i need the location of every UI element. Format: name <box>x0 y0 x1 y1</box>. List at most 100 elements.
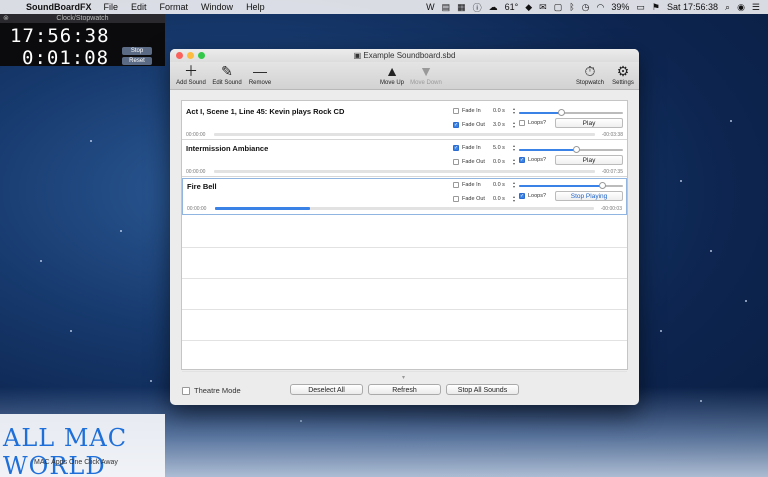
stop-playing-button[interactable]: Stop Playing <box>555 191 623 201</box>
stop-all-sounds-button[interactable]: Stop All Sounds <box>446 384 519 395</box>
refresh-button[interactable]: Refresh <box>368 384 441 395</box>
resize-handle-icon[interactable]: ▾ <box>402 374 405 381</box>
fade-in-checkbox[interactable]: Fade In <box>453 108 481 114</box>
fade-out-stepper[interactable]: ▴ ▾ <box>512 158 516 166</box>
fade-in-value[interactable]: 5.0 s <box>493 145 505 151</box>
close-window-icon[interactable] <box>176 52 183 59</box>
spotlight-icon[interactable]: ⌕ <box>725 2 730 13</box>
checkbox-box: ✓ <box>519 193 525 199</box>
stopwatch-reset-button[interactable]: Reset <box>122 57 152 65</box>
watermark-logo: ALL MAC WORLD <box>3 424 128 477</box>
volume-slider[interactable] <box>519 146 623 153</box>
fade-out-value[interactable]: 0.0 s <box>493 159 505 165</box>
fade-in-checkbox[interactable]: ✓ Fade In <box>453 145 481 151</box>
bluetooth-icon[interactable]: ᛒ <box>569 2 574 12</box>
remove-button[interactable]: — Remove <box>246 63 274 86</box>
fade-out-label: Fade Out <box>462 196 485 202</box>
battery-percent[interactable]: 39% <box>611 2 629 12</box>
fade-in-value[interactable]: 0.0 s <box>493 182 505 188</box>
menu-edit[interactable]: Edit <box>131 2 147 12</box>
loops-checkbox[interactable]: ✓ Loops? <box>519 157 546 163</box>
fade-out-checkbox[interactable]: ✓ Fade Out <box>453 122 485 128</box>
window-titlebar: ▣ Example Soundboard.sbd <box>170 49 639 62</box>
loops-checkbox[interactable]: Loops? <box>519 120 546 126</box>
stopwatch-label: Stopwatch <box>575 80 605 86</box>
wunderlist-icon[interactable]: W <box>426 2 435 12</box>
close-icon[interactable]: ⊗ <box>3 14 9 23</box>
battery-icon[interactable]: ▭ <box>636 2 645 13</box>
sound-row-selected[interactable]: Fire Bell Fade In 0.0 s ▴ ▾ Fade Out 0.0 … <box>182 178 627 215</box>
checkbox-box: ✓ <box>453 145 459 151</box>
fade-out-checkbox[interactable]: Fade Out <box>453 196 485 202</box>
wifi-icon[interactable]: ◠ <box>597 2 605 13</box>
clock-panel-title: Clock/Stopwatch <box>56 15 109 22</box>
edit-sound-label: Edit Sound <box>212 80 242 86</box>
display-icon[interactable]: ▤ <box>442 2 451 13</box>
loops-checkbox[interactable]: ✓ Loops? <box>519 193 546 199</box>
fade-out-checkbox[interactable]: Fade Out <box>453 159 485 165</box>
empty-row <box>182 248 627 279</box>
fade-in-stepper[interactable]: ▴ ▾ <box>512 181 516 189</box>
time-machine-icon[interactable]: ◷ <box>582 2 590 13</box>
deselect-all-button[interactable]: Deselect All <box>290 384 363 395</box>
move-down-button[interactable]: ▼ Move Down <box>408 63 444 86</box>
volume-slider[interactable] <box>519 182 623 189</box>
clock-time: 17:56:38 <box>10 25 110 47</box>
window-title: Example Soundboard.sbd <box>363 51 456 60</box>
fade-in-checkbox[interactable]: Fade In <box>453 182 481 188</box>
empty-row <box>182 217 627 248</box>
progress-bar <box>214 133 595 136</box>
fade-out-label: Fade Out <box>462 122 485 128</box>
menu-window[interactable]: Window <box>201 2 233 12</box>
edit-sound-button[interactable]: ✎ Edit Sound <box>210 63 244 86</box>
flag-icon[interactable]: ⚑ <box>652 2 660 13</box>
fade-out-stepper[interactable]: ▴ ▾ <box>512 195 516 203</box>
fade-in-value[interactable]: 0.0 s <box>493 108 505 114</box>
fade-in-stepper[interactable]: ▴ ▾ <box>512 144 516 152</box>
notification-center-icon[interactable]: ☰ <box>752 2 760 13</box>
siri-icon[interactable]: ◉ <box>737 2 745 13</box>
stopwatch-button[interactable]: ⏱ Stopwatch <box>572 63 608 86</box>
dropbox-icon[interactable]: ◆ <box>525 2 532 13</box>
sound-row[interactable]: Act I, Scene 1, Line 45: Kevin plays Roc… <box>182 104 627 140</box>
add-sound-button[interactable]: ＋ Add Sound <box>174 63 208 86</box>
play-button[interactable]: Play <box>555 118 623 128</box>
fade-in-label: Fade In <box>462 108 481 114</box>
play-button[interactable]: Play <box>555 155 623 165</box>
menu-format[interactable]: Format <box>160 2 189 12</box>
sound-row[interactable]: Intermission Ambiance ✓ Fade In 5.0 s ▴ ▾ … <box>182 141 627 177</box>
fade-out-value[interactable]: 3.0 s <box>493 122 505 128</box>
loops-label: Loops? <box>528 157 547 163</box>
screen-icon[interactable]: ▢ <box>554 2 563 13</box>
stopwatch-stop-button[interactable]: Stop <box>122 47 152 55</box>
menu-app-name[interactable]: SoundBoardFX <box>26 2 92 12</box>
fade-in-stepper[interactable]: ▴ ▾ <box>512 107 516 115</box>
checkbox-box <box>453 196 459 202</box>
mail-icon[interactable]: ✉ <box>539 2 547 13</box>
menu-help[interactable]: Help <box>246 2 265 12</box>
weather-icon[interactable]: ☁ <box>489 2 498 13</box>
remaining-time: -00:03:38 <box>601 132 623 138</box>
move-up-button[interactable]: ▲ Move Up <box>377 63 407 86</box>
checkbox-box <box>182 386 190 395</box>
menu-file[interactable]: File <box>104 2 119 12</box>
grid-icon[interactable]: ▦ <box>457 2 466 13</box>
fade-out-value[interactable]: 0.0 s <box>493 196 505 202</box>
zoom-window-icon[interactable] <box>198 52 205 59</box>
minimize-window-icon[interactable] <box>187 52 194 59</box>
fade-out-stepper[interactable]: ▴ ▾ <box>512 121 516 129</box>
settings-button[interactable]: ⚙ Settings <box>609 63 637 86</box>
temperature-label[interactable]: 61° <box>505 2 519 12</box>
elapsed-time: 00:00:00 <box>187 206 207 212</box>
remove-label: Remove <box>248 80 272 86</box>
progress-bar <box>214 170 595 173</box>
gear-icon: ⚙ <box>616 63 630 79</box>
menubar-clock[interactable]: Sat 17:56:38 <box>667 2 718 12</box>
move-down-label: Move Down <box>410 80 442 86</box>
empty-row <box>182 310 627 341</box>
volume-slider[interactable] <box>519 109 623 116</box>
checkbox-box: ✓ <box>453 122 459 128</box>
theatre-mode-checkbox[interactable]: Theatre Mode <box>182 386 241 395</box>
sound-name: Act I, Scene 1, Line 45: Kevin plays Roc… <box>186 107 345 116</box>
info-icon[interactable]: ⓘ <box>473 1 482 14</box>
